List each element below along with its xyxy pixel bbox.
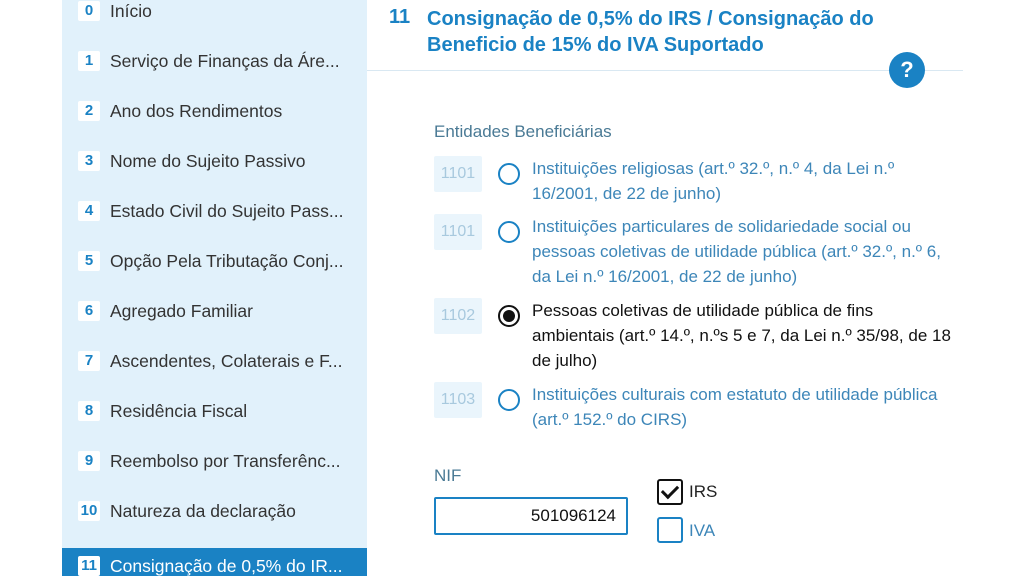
page-title: Consignação de 0,5% do IRS / Consignação…	[427, 8, 874, 56]
help-button[interactable]: ?	[889, 52, 925, 88]
sidebar-item-number: 3	[78, 151, 100, 171]
radio-button-checked[interactable]	[498, 305, 520, 327]
sidebar-item-number: 0	[78, 1, 100, 21]
sidebar-item-opcao-tributacao[interactable]: 5 Opção Pela Tributação Conj...	[62, 243, 367, 293]
nif-input[interactable]	[434, 497, 628, 535]
option-text: Instituições culturais com estatuto de u…	[532, 385, 938, 429]
option-code: 1101	[434, 156, 482, 192]
section-number: 11	[389, 6, 411, 28]
sidebar-item-number: 8	[78, 401, 100, 421]
radio-button[interactable]	[498, 163, 520, 185]
sidebar-item-residencia-fiscal[interactable]: 8 Residência Fiscal	[62, 393, 367, 443]
beneficiaries-label: Entidades Beneficiárias	[434, 122, 612, 141]
sidebar-item-label: Nome do Sujeito Passivo	[110, 151, 306, 171]
sidebar-item-label: Estado Civil do Sujeito Pass...	[110, 201, 344, 221]
sidebar-item-number: 9	[78, 451, 100, 471]
sidebar-item-consignacao[interactable]: 11 Consignação de 0,5% do IR...	[62, 548, 367, 576]
sidebar-item-label: Consignação de 0,5% do IR...	[110, 556, 343, 576]
sidebar-item-number: 5	[78, 251, 100, 271]
sidebar-item-agregado-familiar[interactable]: 6 Agregado Familiar	[62, 293, 367, 343]
sidebar-item-inicio[interactable]: 0 Início	[62, 0, 367, 43]
sidebar-item-label: Ascendentes, Colaterais e F...	[110, 351, 343, 371]
iva-checkbox-label: IVA	[689, 521, 716, 540]
option-text: Instituições religiosas (art.º 32.º, n.º…	[532, 159, 895, 203]
sidebar-item-label: Opção Pela Tributação Conj...	[110, 251, 344, 271]
radio-button[interactable]	[498, 389, 520, 411]
sidebar-item-label: Serviço de Finanças da Áre...	[110, 51, 340, 71]
sidebar-item-number: 4	[78, 201, 100, 221]
sidebar-item-label: Agregado Familiar	[110, 301, 253, 321]
sidebar-item-ascendentes[interactable]: 7 Ascendentes, Colaterais e F...	[62, 343, 367, 393]
sidebar-item-label: Ano dos Rendimentos	[110, 101, 283, 121]
sidebar-item-number: 11	[78, 556, 100, 576]
sidebar-item-label: Natureza da declaração	[110, 501, 296, 521]
sidebar-item-servico-financas[interactable]: 1 Serviço de Finanças da Áre...	[62, 43, 367, 93]
sidebar-item-number: 2	[78, 101, 100, 121]
sidebar-item-label: Início	[110, 1, 152, 21]
main-content: 11 Consignação de 0,5% do IRS / Consigna…	[367, 0, 1024, 576]
header-divider	[367, 70, 963, 71]
nif-label: NIF	[434, 466, 462, 485]
sidebar-item-natureza-declaracao[interactable]: 10 Natureza da declaração	[62, 493, 367, 543]
option-code: 1101	[434, 214, 482, 250]
sidebar-nav: 0 Início 1 Serviço de Finanças da Áre...…	[62, 0, 367, 576]
sidebar-item-estado-civil[interactable]: 4 Estado Civil do Sujeito Pass...	[62, 193, 367, 243]
sidebar-item-nome-sujeito[interactable]: 3 Nome do Sujeito Passivo	[62, 143, 367, 193]
option-text: Pessoas coletivas de utilidade pública d…	[532, 301, 951, 370]
sidebar-item-number: 1	[78, 51, 100, 71]
irs-checkbox-label: IRS	[689, 482, 718, 501]
sidebar-item-label: Residência Fiscal	[110, 401, 248, 421]
radio-button[interactable]	[498, 221, 520, 243]
sidebar-item-number: 7	[78, 351, 100, 371]
option-code: 1102	[434, 298, 482, 334]
irs-checkbox[interactable]	[657, 479, 683, 505]
sidebar-item-ano-rendimentos[interactable]: 2 Ano dos Rendimentos	[62, 93, 367, 143]
iva-checkbox[interactable]	[657, 517, 683, 543]
sidebar-item-number: 10	[78, 501, 100, 521]
option-text: Instituições particulares de solidarieda…	[532, 217, 941, 286]
option-code: 1103	[434, 382, 482, 418]
sidebar-item-reembolso[interactable]: 9 Reembolso por Transferênc...	[62, 443, 367, 493]
sidebar-item-label: Reembolso por Transferênc...	[110, 451, 341, 471]
sidebar-item-number: 6	[78, 301, 100, 321]
